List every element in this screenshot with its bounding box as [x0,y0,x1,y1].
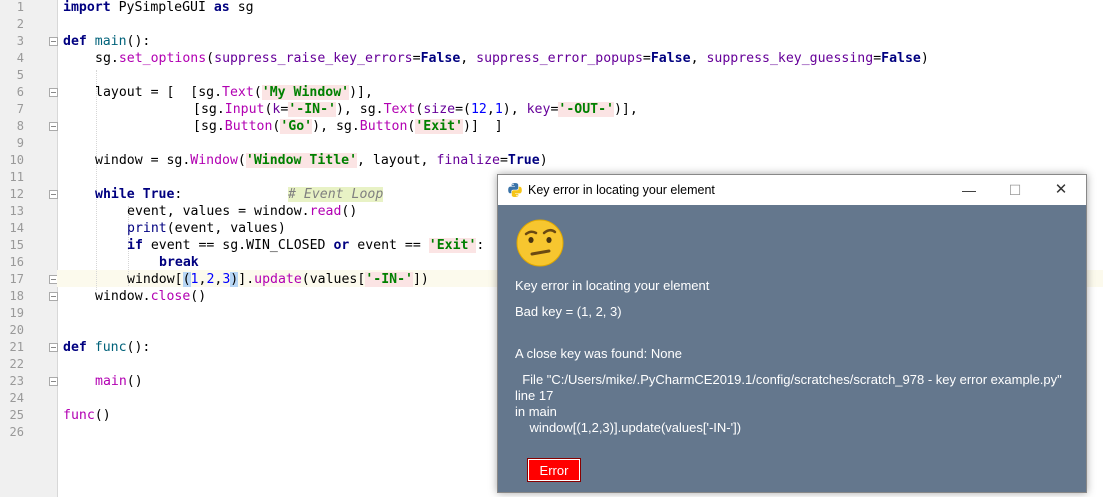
code-line-21: def func(): [63,340,151,355]
line-number: 11 [9,170,24,184]
line-number: 22 [9,357,24,371]
bad-key-text: Bad key = (1, 2, 3) [515,304,622,319]
code-line-18: window.close() [95,289,207,304]
line-number: 25 [9,408,24,422]
line-number: 5 [16,68,24,82]
fold-end-icon[interactable] [49,292,58,301]
popup-title: Key error in locating your element [528,183,715,197]
line-number: 8 [16,119,24,133]
error-heading: Key error in locating your element [515,278,710,293]
maximize-button[interactable]: ☐ [992,175,1038,205]
line-number: 19 [9,306,24,320]
fold-open-icon[interactable] [49,37,58,46]
traceback-code: window[(1,2,3)].update(values['-IN-']) [515,420,742,435]
line-number: 2 [16,17,24,31]
line-number: 21 [9,340,24,354]
code-line-7: [sg.Input(k='-IN-'), sg.Text(size=(12,1)… [193,102,638,117]
raised-eyebrow-emoji-icon [515,219,565,267]
line-number: 17 [9,272,24,286]
traceback-file: File "C:/Users/mike/.PyCharmCE2019.1/con… [515,372,1062,387]
popup-titlebar[interactable]: Key error in locating your element — ☐ ✕ [498,175,1086,205]
traceback-function: in main [515,404,557,419]
line-number: 26 [9,425,24,439]
code-line-13: event, values = window.read() [127,204,358,219]
line-number: 13 [9,204,24,218]
code-line-14: print(event, values) [127,221,286,236]
line-number: 9 [16,136,24,150]
fold-open-icon[interactable] [49,190,58,199]
line-number: 15 [9,238,24,252]
line-number: 23 [9,374,24,388]
line-number: 20 [9,323,24,337]
line-number: 6 [16,85,24,99]
code-line-8: [sg.Button('Go'), sg.Button('Exit')] ] [193,119,503,134]
line-number: 1 [16,0,24,14]
line-number: 18 [9,289,24,303]
comment-event-loop: # Event Loop [288,187,384,202]
minimize-button[interactable]: — [946,175,992,205]
indent-guide [96,70,97,290]
close-button[interactable]: ✕ [1038,175,1084,205]
code-line-12: while True: [95,187,183,202]
code-line-17: window[(1,2,3)].update(values['-IN-']) [127,272,429,287]
code-line-4: sg.set_options(suppress_raise_key_errors… [95,51,929,66]
error-button[interactable]: Error [527,458,581,482]
line-number: 24 [9,391,24,405]
fold-open-icon[interactable] [49,88,58,97]
traceback-line: line 17 [515,388,554,403]
code-line-6: layout = [ [sg.Text('My Window')], [95,85,373,100]
fold-open-icon[interactable] [49,343,58,352]
line-number: 12 [9,187,24,201]
python-logo-icon [507,182,523,203]
key-error-popup-window: Key error in locating your element — ☐ ✕… [497,174,1087,493]
line-number: 10 [9,153,24,167]
fold-end-icon[interactable] [49,122,58,131]
fold-end-icon[interactable] [49,377,58,386]
code-line-16: break [159,255,199,270]
code-line-15: if event == sg.WIN_CLOSED or event == 'E… [127,238,485,253]
code-line-10: window = sg.Window('Window Title', layou… [95,153,548,168]
line-number: 16 [9,255,24,269]
popup-body: Key error in locating your element Bad k… [498,205,1086,492]
line-number: 7 [16,102,24,116]
line-number-gutter: 1 2 3 4 5 6 7 8 9 10 11 12 13 14 15 16 1… [0,0,58,497]
line-number: 3 [16,34,24,48]
line-number: 4 [16,51,24,65]
code-line-23: main() [95,374,143,389]
code-line-1: import PySimpleGUI as sg [63,0,254,15]
close-key-text: A close key was found: None [515,346,682,361]
line-number: 14 [9,221,24,235]
code-line-25: func() [63,408,111,423]
code-line-3: def main(): [63,34,151,49]
